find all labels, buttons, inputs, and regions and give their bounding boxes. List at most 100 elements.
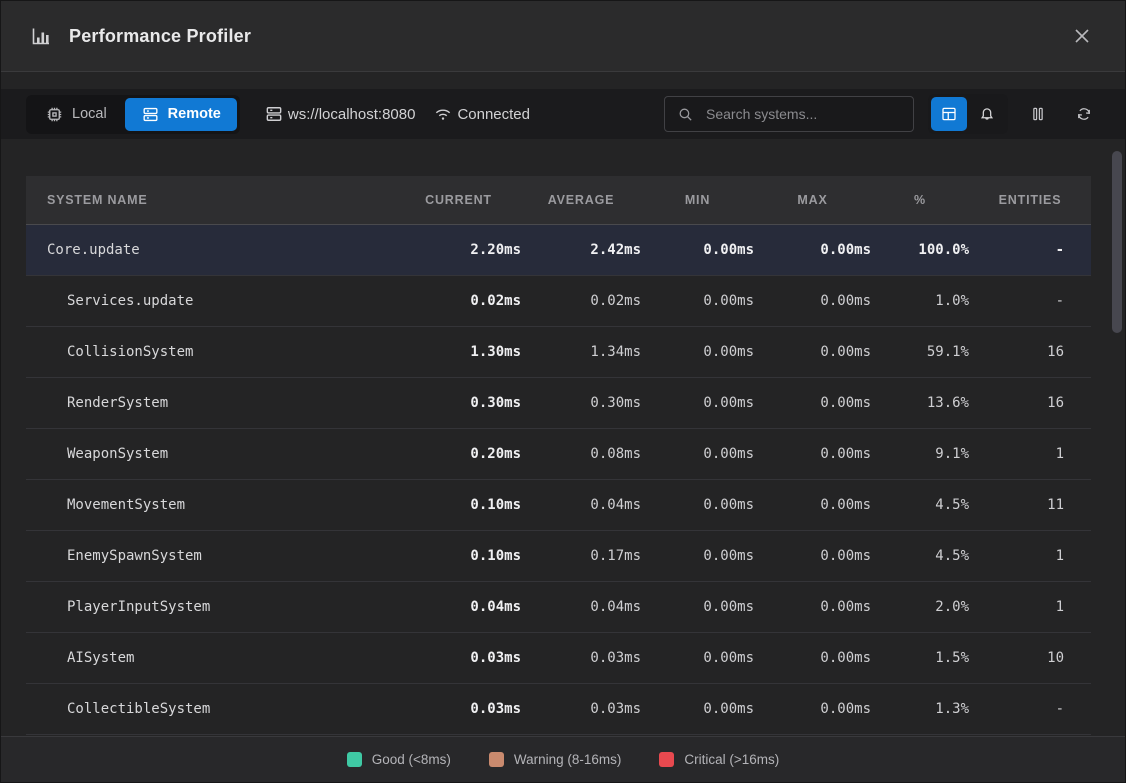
table-row[interactable]: MovementSystem0.10ms0.04ms0.00ms0.00ms4.… xyxy=(26,480,1091,531)
legend-swatch-icon xyxy=(347,752,362,767)
table-row[interactable]: EnemySpawnSystem0.10ms0.17ms0.00ms0.00ms… xyxy=(26,531,1091,582)
cell-min: 0.00ms xyxy=(641,344,754,360)
cell-entities: - xyxy=(969,701,1091,717)
bell-icon xyxy=(978,105,996,123)
refresh-icon xyxy=(1075,105,1093,123)
legend-label: Critical (>16ms) xyxy=(684,752,779,767)
table-row[interactable]: CollectibleSystem0.03ms0.03ms0.00ms0.00m… xyxy=(26,684,1091,735)
view-toggle-group xyxy=(928,94,1008,134)
legend-swatch-icon xyxy=(489,752,504,767)
cell-current: 0.30ms xyxy=(396,395,521,411)
cell-current: 0.20ms xyxy=(396,446,521,462)
cell-max: 0.00ms xyxy=(754,344,871,360)
cell-average: 0.08ms xyxy=(521,446,641,462)
ws-url: ws://localhost:8080 xyxy=(288,106,416,123)
cell-percent: 59.1% xyxy=(871,344,969,360)
cell-entities: 16 xyxy=(969,344,1091,360)
cell-max: 0.00ms xyxy=(754,599,871,615)
cell-current: 0.02ms xyxy=(396,293,521,309)
system-name: CollisionSystem xyxy=(26,344,396,360)
cell-entities: - xyxy=(969,242,1091,258)
search-icon xyxy=(677,106,694,123)
refresh-button[interactable] xyxy=(1068,98,1100,130)
scrollbar-thumb[interactable] xyxy=(1112,151,1122,333)
column-header--[interactable]: % xyxy=(871,193,969,207)
cell-average: 2.42ms xyxy=(521,242,641,258)
system-name: WeaponSystem xyxy=(26,446,396,462)
scrollbar xyxy=(1111,149,1123,737)
bar-chart-icon xyxy=(29,24,53,48)
mode-toggle: Local Remote xyxy=(26,95,240,134)
system-name: MovementSystem xyxy=(26,497,396,513)
legend: Good (<8ms) Warning (8-16ms) Critical (>16… xyxy=(1,736,1125,782)
table-row[interactable]: PlayerInputSystem0.04ms0.04ms0.00ms0.00m… xyxy=(26,582,1091,633)
cell-percent: 9.1% xyxy=(871,446,969,462)
cell-average: 0.30ms xyxy=(521,395,641,411)
cell-entities: 10 xyxy=(969,650,1091,666)
cell-max: 0.00ms xyxy=(754,701,871,717)
cell-entities: - xyxy=(969,293,1091,309)
cell-percent: 4.5% xyxy=(871,548,969,564)
cell-current: 0.10ms xyxy=(396,548,521,564)
table-row[interactable]: Services.update0.02ms0.02ms0.00ms0.00ms1… xyxy=(26,276,1091,327)
column-header-min[interactable]: MIN xyxy=(641,193,754,207)
titlebar: Performance Profiler xyxy=(1,1,1125,72)
cell-average: 0.03ms xyxy=(521,650,641,666)
close-button[interactable] xyxy=(1067,21,1097,51)
table-row[interactable]: RenderSystem0.30ms0.30ms0.00ms0.00ms13.6… xyxy=(26,378,1091,429)
local-mode-button[interactable]: Local xyxy=(29,98,123,131)
table-row[interactable]: AISystem0.03ms0.03ms0.00ms0.00ms1.5%10 xyxy=(26,633,1091,684)
table-row[interactable]: CollisionSystem1.30ms1.34ms0.00ms0.00ms5… xyxy=(26,327,1091,378)
page-title: Performance Profiler xyxy=(69,26,251,47)
system-name: EnemySpawnSystem xyxy=(26,548,396,564)
cell-min: 0.00ms xyxy=(641,548,754,564)
table-row[interactable]: Core.update2.20ms2.42ms0.00ms0.00ms100.0… xyxy=(26,225,1091,276)
system-name: RenderSystem xyxy=(26,395,396,411)
cell-current: 2.20ms xyxy=(396,242,521,258)
cell-entities: 1 xyxy=(969,548,1091,564)
legend-swatch-icon xyxy=(659,752,674,767)
cpu-icon xyxy=(45,105,64,124)
toolbar: Local Remote xyxy=(1,89,1125,139)
cell-min: 0.00ms xyxy=(641,446,754,462)
legend-item: Warning (8-16ms) xyxy=(489,752,622,767)
column-header-current[interactable]: CURRENT xyxy=(396,193,521,207)
cell-min: 0.00ms xyxy=(641,497,754,513)
column-header-entities[interactable]: ENTITIES xyxy=(969,193,1091,207)
cell-entities: 1 xyxy=(969,446,1091,462)
cell-current: 0.03ms xyxy=(396,701,521,717)
cell-current: 0.04ms xyxy=(396,599,521,615)
table-view-button[interactable] xyxy=(931,97,967,131)
cell-average: 0.17ms xyxy=(521,548,641,564)
cell-percent: 13.6% xyxy=(871,395,969,411)
cell-min: 0.00ms xyxy=(641,701,754,717)
cell-average: 0.03ms xyxy=(521,701,641,717)
cell-percent: 2.0% xyxy=(871,599,969,615)
cell-max: 0.00ms xyxy=(754,395,871,411)
cell-current: 1.30ms xyxy=(396,344,521,360)
wifi-icon xyxy=(433,104,453,124)
column-header-average[interactable]: AVERAGE xyxy=(521,193,641,207)
cell-max: 0.00ms xyxy=(754,497,871,513)
cell-max: 0.00ms xyxy=(754,293,871,309)
remote-mode-button[interactable]: Remote xyxy=(125,98,237,131)
table-header: SYSTEM NAMECURRENTAVERAGEMINMAX%ENTITIES xyxy=(26,176,1091,225)
alerts-button[interactable] xyxy=(969,97,1005,131)
system-name: PlayerInputSystem xyxy=(26,599,396,615)
table-body: Core.update2.20ms2.42ms0.00ms0.00ms100.0… xyxy=(26,225,1091,735)
system-name: CollectibleSystem xyxy=(26,701,396,717)
cell-average: 0.02ms xyxy=(521,293,641,309)
cell-entities: 16 xyxy=(969,395,1091,411)
cell-entities: 11 xyxy=(969,497,1091,513)
cell-max: 0.00ms xyxy=(754,242,871,258)
pause-button[interactable] xyxy=(1022,98,1054,130)
column-header-system-name[interactable]: SYSTEM NAME xyxy=(26,193,396,207)
cell-min: 0.00ms xyxy=(641,242,754,258)
cell-min: 0.00ms xyxy=(641,599,754,615)
legend-item: Good (<8ms) xyxy=(347,752,451,767)
search-input[interactable] xyxy=(704,105,901,123)
table-row[interactable]: WeaponSystem0.20ms0.08ms0.00ms0.00ms9.1%… xyxy=(26,429,1091,480)
cell-average: 1.34ms xyxy=(521,344,641,360)
column-header-max[interactable]: MAX xyxy=(754,193,871,207)
performance-profiler-window: Performance Profiler Local xyxy=(0,0,1126,783)
